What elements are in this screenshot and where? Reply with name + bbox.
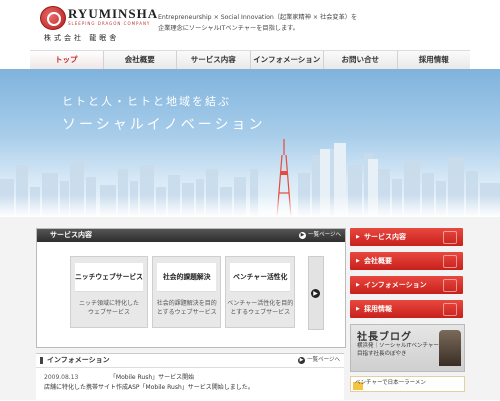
sidebar-button-information[interactable]: ▶ インフォメーション — [350, 276, 463, 294]
sidebar-button-label: インフォメーション — [364, 281, 427, 289]
service-card-desc-line: とするウェブサービス — [230, 309, 291, 316]
services-panel-header: サービス内容 ▶ 一覧ページへ — [37, 229, 345, 242]
sidebar-button-company[interactable]: ▶ 会社概要 — [350, 252, 463, 270]
services-panel-title: サービス内容 — [50, 231, 92, 239]
sidebar: ▶ サービス内容 ▶ 会社概要 ▶ インフォメーション ▶ 採用情報 社長ブログ… — [350, 228, 465, 392]
service-card-desc-line: ニッチ領域に特化した — [78, 300, 139, 307]
company-logo[interactable]: RYUMINSHA SLEEPING DRAGON COMPANY 株式会社 龍… — [40, 6, 157, 44]
service-card-desc-line: ウェブサービス — [87, 309, 130, 316]
service-card[interactable]: ベンチャー活性化 ベンチャー活性化を目的 とするウェブサービス — [225, 256, 295, 328]
nav-item-information[interactable]: インフォメーション — [251, 51, 324, 69]
nav-item-recruit[interactable]: 採用情報 — [398, 51, 471, 69]
nav-item-company[interactable]: 会社概要 — [104, 51, 177, 69]
sidebar-button-recruit[interactable]: ▶ 採用情報 — [350, 300, 463, 318]
service-card-title: ニッチウェブサービス — [75, 263, 143, 292]
blog-banner-desc-line: 目指す社長のぼやき — [357, 351, 407, 357]
logo-company-name: 株式会社 龍眠舎 — [44, 34, 120, 42]
arrow-right-icon: ▶ — [356, 282, 360, 288]
arrow-right-icon: ▶ — [299, 232, 307, 239]
blog-banner-title: 社長ブログ — [357, 332, 412, 343]
sidebar-button-services[interactable]: ▶ サービス内容 — [350, 228, 463, 246]
news-title-link[interactable]: 「Mobile Rush」サービス開始 — [110, 374, 194, 381]
president-photo — [439, 330, 461, 366]
nav-item-top[interactable]: トップ — [30, 51, 104, 69]
service-card[interactable]: 社会的課題解決 社会的課題解決を目的 とするウェブサービス — [151, 256, 222, 328]
news-description: 店舗に特化した携帯サイト作成ASP「Mobile Rush」サービス開始しました… — [44, 384, 254, 391]
service-cards: ニッチウェブサービス ニッチ領域に特化した ウェブサービス 社会的課題解決 社会的… — [70, 256, 295, 328]
building-decor-icon — [443, 255, 457, 268]
blog-banner-desc: 横浜発｜ソーシャルITベンチャーを 目指す社長のぼやき — [357, 342, 444, 358]
tagline-line-1: Entrepreneurship × Social Innovation（起業家… — [158, 14, 358, 21]
logo-subtitle: SLEEPING DRAGON COMPANY — [68, 21, 151, 26]
arrow-right-icon: ▶ — [356, 234, 360, 240]
tagline: Entrepreneurship × Social Innovation（起業家… — [158, 12, 357, 34]
blog-banner-desc-line: 横浜発｜ソーシャルITベンチャーを — [357, 343, 445, 349]
information-panel: インフォメーション ▶ 一覧ページへ 2009.08.13 「Mobile Rus… — [36, 353, 344, 401]
service-card-desc-line: ベンチャー活性化を目的 — [227, 300, 294, 307]
service-card-desc: ニッチ領域に特化した ウェブサービス — [71, 292, 147, 317]
hero-catchphrase: ヒトと人・ヒトと地域を結ぶ — [62, 95, 231, 108]
service-card[interactable]: ニッチウェブサービス ニッチ領域に特化した ウェブサービス — [70, 256, 148, 328]
news-item: 2009.08.13 「Mobile Rush」サービス開始 — [44, 372, 194, 381]
services-more-link[interactable]: ▶ 一覧ページへ — [299, 229, 341, 242]
sidebar-button-label: 会社概要 — [364, 257, 392, 265]
header: RYUMINSHA SLEEPING DRAGON COMPANY 株式会社 龍… — [0, 0, 500, 50]
hero-banner: ヒトと人・ヒトと地域を結ぶ ソーシャルイノベーション — [0, 69, 500, 217]
service-card-desc: ベンチャー活性化を目的 とするウェブサービス — [226, 292, 294, 317]
main-content: サービス内容 ▶ 一覧ページへ ニッチウェブサービス ニッチ領域に特化した ウェブサ… — [0, 217, 500, 401]
headset-decor-icon — [443, 279, 457, 292]
service-card-title: 社会的課題解決 — [156, 263, 217, 292]
ramen-banner-label: ベンチャーで日本一ラーメン — [355, 380, 426, 386]
people-decor-icon — [443, 303, 457, 316]
logo-name: RYUMINSHA — [68, 6, 159, 21]
sidebar-button-label: 採用情報 — [364, 305, 392, 313]
dragon-logo-icon — [40, 6, 66, 30]
carousel-next-button[interactable]: ▶ — [308, 256, 324, 330]
service-card-title: ベンチャー活性化 — [230, 263, 290, 292]
sidebar-button-label: サービス内容 — [364, 233, 406, 241]
hero-headline: ソーシャルイノベーション — [62, 117, 266, 133]
services-more-label: 一覧ページへ — [308, 232, 341, 238]
information-more-link[interactable]: ▶ 一覧ページへ — [298, 354, 340, 367]
arrow-right-icon: ▶ — [356, 258, 360, 264]
tagline-line-2: 企業理念にソーシャルITベンチャーを目指します。 — [158, 25, 299, 32]
news-date: 2009.08.13 — [44, 374, 79, 381]
arrow-right-icon: ▶ — [356, 306, 360, 312]
arrow-right-icon: ▶ — [298, 357, 306, 364]
service-card-desc-line: 社会的課題解決を目的 — [156, 300, 217, 307]
global-nav: トップ 会社概要 サービス内容 インフォメーション お問い合せ 採用情報 — [30, 50, 470, 70]
service-card-desc-line: とするウェブサービス — [156, 309, 217, 316]
services-panel: サービス内容 ▶ 一覧ページへ ニッチウェブサービス ニッチ領域に特化した ウェブサ… — [36, 228, 346, 348]
hero-fade — [0, 195, 500, 217]
president-blog-banner[interactable]: 社長ブログ 横浜発｜ソーシャルITベンチャーを 目指す社長のぼやき — [350, 324, 465, 372]
nav-item-services[interactable]: サービス内容 — [177, 51, 251, 69]
nav-item-contact[interactable]: お問い合せ — [324, 51, 398, 69]
information-more-label: 一覧ページへ — [307, 357, 340, 363]
information-panel-header: インフォメーション ▶ 一覧ページへ — [36, 354, 344, 368]
service-card-desc: 社会的課題解決を目的 とするウェブサービス — [153, 292, 221, 317]
information-panel-title: インフォメーション — [47, 356, 110, 364]
services-decor-icon — [443, 231, 457, 244]
ramen-banner[interactable]: ベンチャーで日本一ラーメン — [350, 376, 465, 392]
chevron-right-icon: ▶ — [311, 289, 320, 298]
